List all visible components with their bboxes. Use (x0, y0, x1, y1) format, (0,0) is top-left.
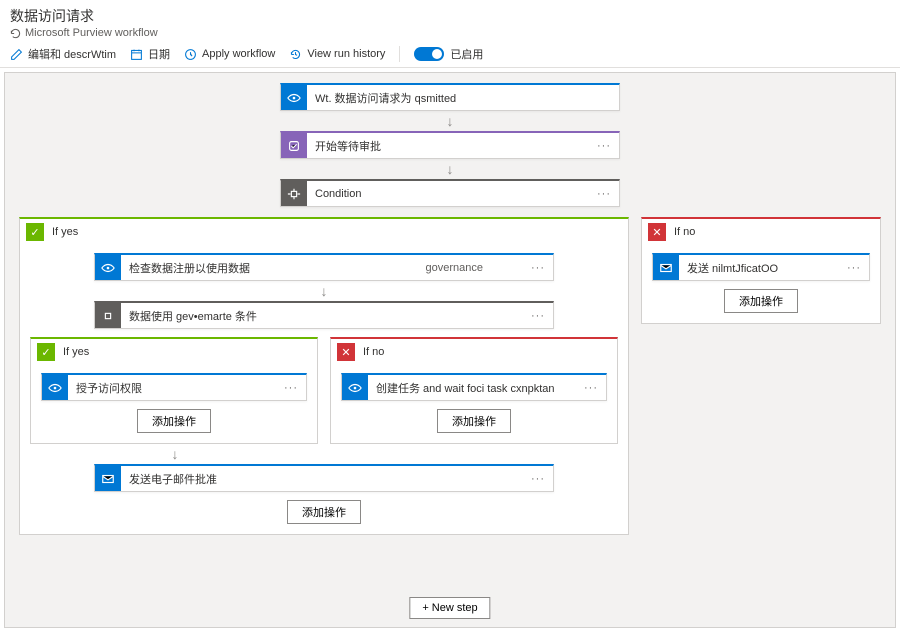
view-history-button[interactable]: View run history (289, 48, 385, 61)
check-data-node[interactable]: 检查数据注册以使用数据 governance ··· (94, 253, 554, 281)
history-icon (289, 48, 302, 61)
add-operation-button[interactable]: 添加操作 (724, 289, 798, 313)
grant-access-node[interactable]: 授予访问权限 ··· (41, 373, 307, 401)
node-menu-button[interactable]: ··· (523, 310, 553, 322)
node-menu-button[interactable]: ··· (576, 382, 606, 394)
new-step-button[interactable]: + New step (409, 597, 490, 619)
apply-icon (184, 48, 197, 61)
send-notification-node[interactable]: 发送 nilmtJficatOO ··· (652, 253, 870, 281)
eye-icon (342, 375, 368, 400)
add-operation-button[interactable]: 添加操作 (137, 409, 211, 433)
node-menu-button[interactable]: ··· (589, 140, 619, 152)
if-no-branch: ✕If no 发送 nilmtJficatOO ··· 添加操作 (641, 217, 881, 324)
node-menu-button[interactable]: ··· (589, 188, 619, 200)
node-menu-button[interactable]: ··· (276, 382, 306, 394)
send-email-node[interactable]: 发送电子邮件批准 ··· (94, 464, 554, 492)
arrow-down-icon: ↓ (94, 281, 554, 301)
add-operation-button[interactable]: 添加操作 (437, 409, 511, 433)
arrow-down-icon: ↓ (30, 444, 320, 464)
refresh-icon (10, 28, 21, 39)
add-operation-button[interactable]: 添加操作 (287, 500, 361, 524)
condition-icon (95, 303, 121, 328)
toggle-switch-icon (414, 47, 444, 61)
arrow-down-icon: ↓ (280, 159, 620, 179)
if-yes-branch: ✓ If yes 检查数据注册以使用数据 governance ··· ↓ 数据… (19, 217, 629, 535)
inner-if-yes-branch: ✓If yes 授予访问权限 ··· 添加操作 (30, 337, 318, 444)
cross-icon: ✕ (648, 223, 666, 241)
eye-icon (281, 85, 307, 110)
page-subtitle: Microsoft Purview workflow (10, 27, 890, 39)
approval-node[interactable]: 开始等待审批 ··· (280, 131, 620, 159)
arrow-down-icon: ↓ (280, 111, 620, 131)
mail-icon (95, 466, 121, 491)
check-icon: ✓ (26, 223, 44, 241)
page-title: 数据访问请求 (10, 6, 890, 26)
toolbar-separator (399, 46, 400, 62)
toolbar: 编辑和 descrWtim 日期 Apply workflow View run… (0, 41, 900, 68)
approval-icon (281, 133, 307, 158)
create-task-node[interactable]: 创建任务 and wait foci task cxnpktan ··· (341, 373, 607, 401)
if-yes-header: ✓ If yes (20, 219, 628, 245)
edit-icon (10, 48, 23, 61)
workflow-canvas: Wt. 数据访问请求为 qsmitted ↓ 开始等待审批 ··· ↓ Cond… (4, 72, 896, 628)
calendar-icon (130, 48, 143, 61)
date-button[interactable]: 日期 (130, 46, 170, 62)
condition-icon (281, 181, 307, 206)
apply-workflow-button[interactable]: Apply workflow (184, 48, 275, 61)
condition-node[interactable]: Condition ··· (280, 179, 620, 207)
mail-icon (653, 255, 679, 280)
data-use-condition-node[interactable]: 数据使用 gev•emarte 条件 ··· (94, 301, 554, 329)
enabled-toggle[interactable]: 已启用 (414, 46, 483, 62)
node-menu-button[interactable]: ··· (839, 262, 869, 274)
trigger-node[interactable]: Wt. 数据访问请求为 qsmitted (280, 83, 620, 111)
eye-icon (42, 375, 68, 400)
page-header: 数据访问请求 Microsoft Purview workflow (0, 0, 900, 41)
node-menu-button[interactable]: ··· (523, 473, 553, 485)
node-menu-button[interactable]: ··· (523, 262, 553, 274)
cross-icon: ✕ (337, 343, 355, 361)
edit-button[interactable]: 编辑和 descrWtim (10, 46, 116, 62)
eye-icon (95, 255, 121, 280)
check-icon: ✓ (37, 343, 55, 361)
inner-if-no-branch: ✕If no 创建任务 and wait foci task cxnpktan … (330, 337, 618, 444)
